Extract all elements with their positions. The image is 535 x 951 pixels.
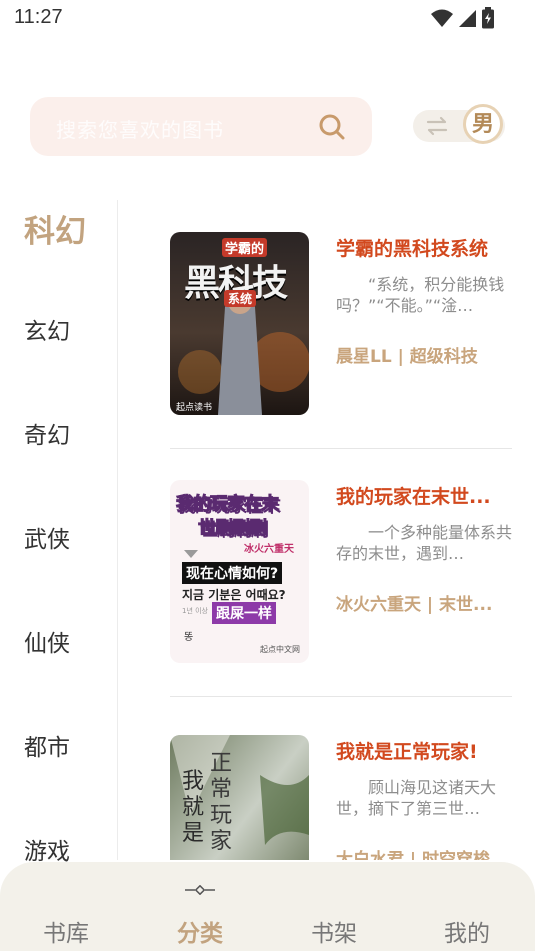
cover-bubble1: 现在心情如何?	[182, 562, 283, 584]
search-icon[interactable]	[318, 113, 346, 141]
cover-badge: 起点中文网	[260, 645, 300, 654]
book-title[interactable]: 我就是正常玩家!	[336, 737, 512, 764]
book-cover[interactable]: 学霸的 黑科技 系统 起点读书	[170, 232, 309, 415]
cover-author: 冰火六重天	[244, 544, 294, 555]
nav-tab-category[interactable]: 分类	[177, 914, 223, 948]
category-item-wuxia[interactable]: 武侠	[24, 520, 70, 554]
book-list: 学霸的 黑科技 系统 起点读书 学霸的黑科技系统 “系统，积分能换钱吗？”“不能…	[170, 210, 515, 860]
book-cover[interactable]: 我就是 正常玩家	[170, 735, 309, 860]
category-list: 科幻 玄幻 奇幻 武侠 仙侠 都市 游戏	[0, 200, 118, 865]
swap-icon	[426, 116, 448, 136]
cover-small1: 1년 이상	[182, 607, 208, 615]
book-title[interactable]: 学霸的黑科技系统	[336, 234, 512, 261]
cover-bubble3: 跟屎一样	[212, 602, 276, 624]
search-input[interactable]: 搜索您喜欢的图书	[30, 97, 372, 156]
book-meta: 冰火六重天 | 末世...	[336, 595, 493, 615]
book-cover[interactable]: 我的玩家在末 世刷刷刷 冰火六重天 现在心情如何? 지금 기분은 어때요? 1년…	[170, 480, 309, 663]
book-item[interactable]: 学霸的 黑科技 系统 起点读书 学霸的黑科技系统 “系统，积分能换钱吗？”“不能…	[170, 210, 512, 440]
search-placeholder: 搜索您喜欢的图书	[56, 118, 224, 142]
category-item-game[interactable]: 游戏	[24, 832, 70, 866]
cover-col2: 正常玩家	[210, 751, 233, 854]
nav-tab-library[interactable]: 书库	[43, 914, 89, 948]
nav-tab-mine[interactable]: 我的	[444, 914, 490, 948]
category-item-urban[interactable]: 都市	[24, 728, 70, 762]
gender-badge: 男	[463, 104, 503, 144]
book-description: “系统，积分能换钱吗？”“不能。”“淦…	[336, 275, 505, 315]
nav-active-indicator-icon	[185, 885, 215, 895]
book-divider	[170, 448, 512, 449]
bottom-nav: 书库 分类 书架 我的	[0, 862, 535, 951]
cover-col1: 我就是	[182, 769, 205, 846]
cover-title-line2: 世刷刷刷	[198, 518, 268, 540]
cover-small2: 똥	[184, 632, 194, 643]
book-description: 一个多种能量体系共存的末世，遇到…	[336, 523, 512, 563]
category-item-xianxia[interactable]: 仙侠	[24, 624, 70, 658]
category-item-scifi[interactable]: 科幻	[24, 206, 86, 251]
book-meta: 晨星LL | 超级科技	[336, 347, 478, 367]
status-time: 11:27	[14, 6, 63, 28]
book-meta: 大白水君 | 时空穿梭	[336, 850, 491, 860]
book-item[interactable]: 我的玩家在末 世刷刷刷 冰火六重天 现在心情如何? 지금 기분은 어때요? 1년…	[170, 458, 512, 688]
category-item-fantasy[interactable]: 奇幻	[24, 416, 70, 450]
category-item-xuanhuan[interactable]: 玄幻	[24, 312, 70, 346]
cover-bubble2: 지금 기분은 어때요?	[182, 588, 286, 602]
cover-badge: 起点读书	[176, 403, 213, 413]
status-bar: 11:27	[0, 0, 535, 36]
cover-caret-icon	[184, 550, 198, 558]
status-icons	[431, 7, 495, 29]
gender-toggle[interactable]: 男	[413, 104, 505, 144]
signal-icon	[459, 10, 476, 27]
wifi-icon	[431, 9, 453, 27]
book-divider	[170, 696, 512, 697]
nav-tab-bookshelf[interactable]: 书架	[311, 914, 357, 948]
cover-title-line1: 我的玩家在末	[176, 494, 280, 516]
book-title[interactable]: 我的玩家在末世...	[336, 482, 512, 509]
cover-sub-text: 系统	[224, 290, 257, 307]
battery-icon	[482, 7, 494, 29]
book-description: 顾山海见这诸天大世，摘下了第三世…	[336, 778, 497, 818]
book-item[interactable]: 我就是 正常玩家 我就是正常玩家! 顾山海见这诸天大世，摘下了第三世… 大白水君…	[170, 713, 512, 860]
